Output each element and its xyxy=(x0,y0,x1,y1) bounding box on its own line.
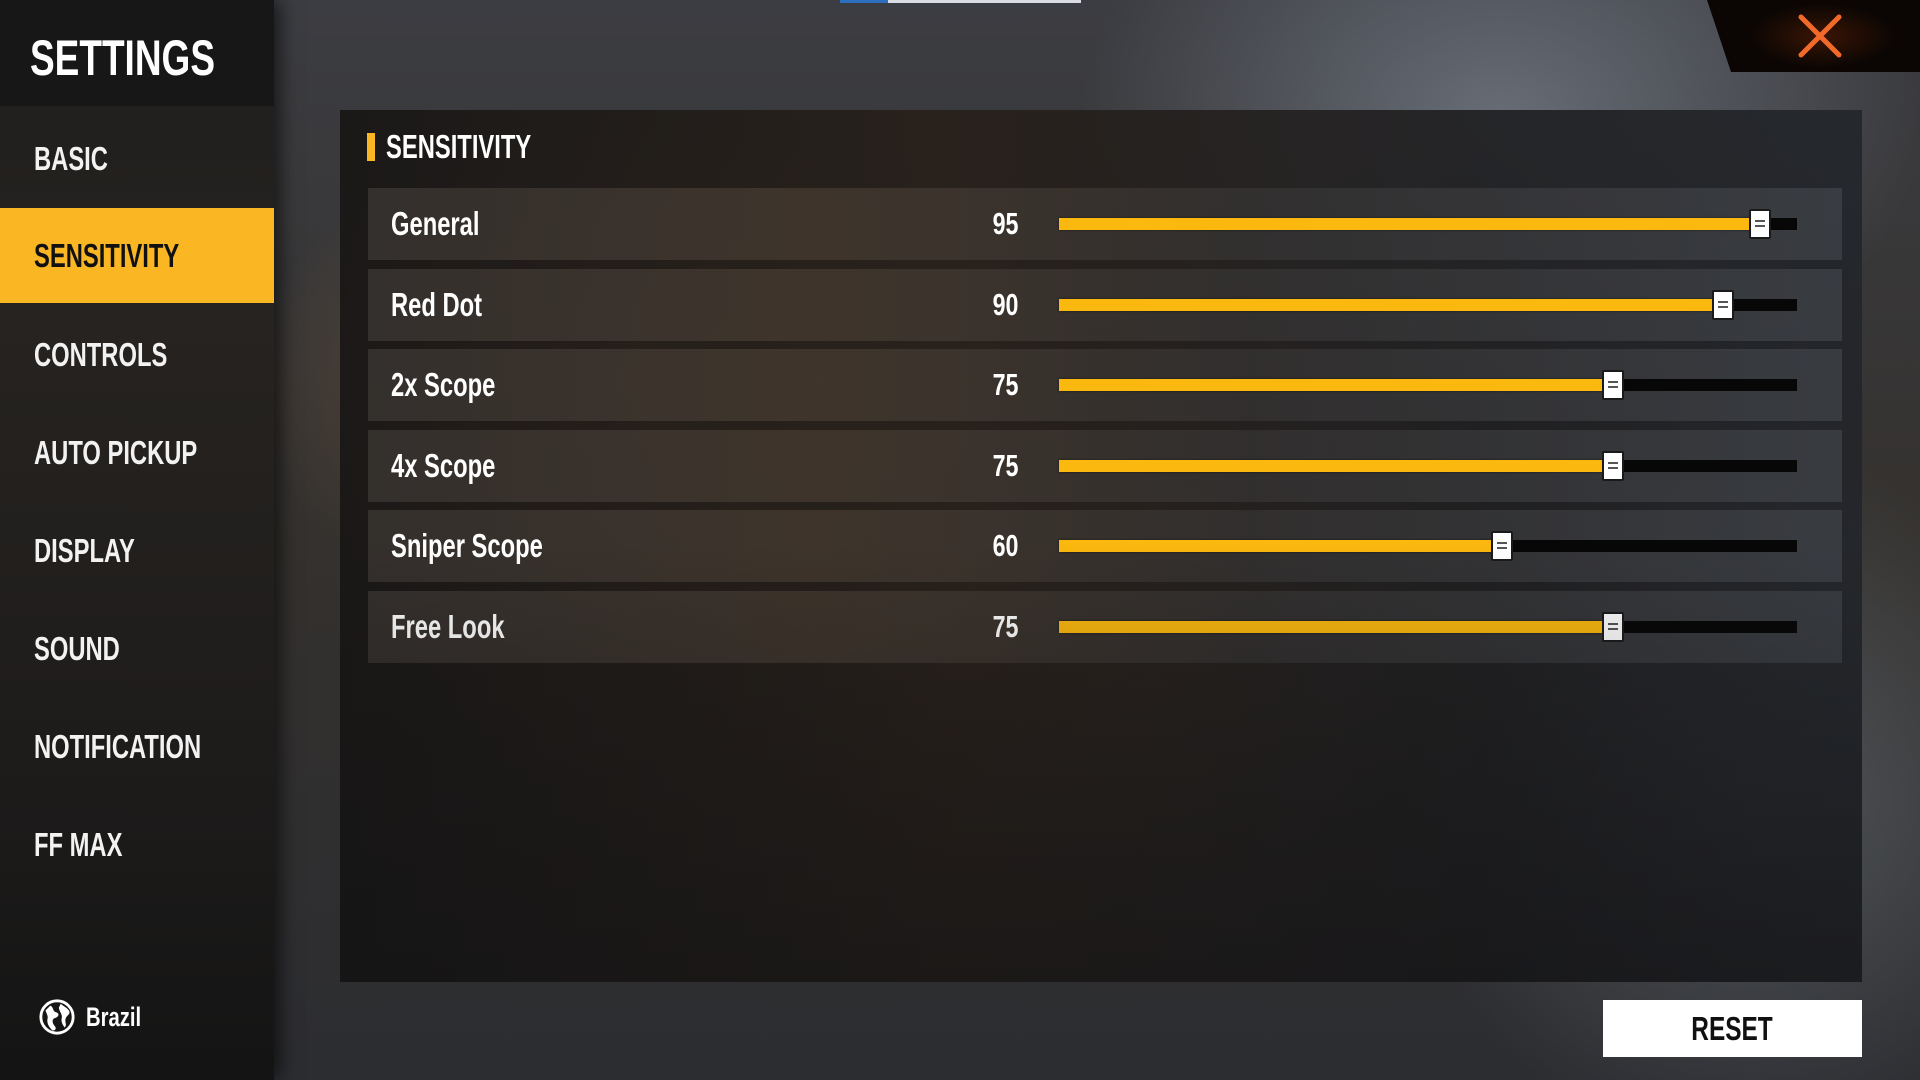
sidebar-item-display[interactable]: DISPLAY xyxy=(0,502,274,600)
setting-value-text: 75 xyxy=(992,608,1018,644)
free-look-slider[interactable] xyxy=(1059,611,1797,642)
sidebar-item-text: NOTIFICATION xyxy=(34,728,202,765)
slider-fill xyxy=(1059,620,1613,633)
reset-button-label: RESET xyxy=(1691,1009,1774,1047)
close-button[interactable] xyxy=(1707,0,1920,72)
setting-value: 75 xyxy=(984,349,1018,421)
sidebar-item-text: SOUND xyxy=(34,630,120,667)
setting-value: 90 xyxy=(984,269,1018,341)
setting-label-text: 4x Scope xyxy=(391,446,496,484)
sidebar-item-ff-max[interactable]: FF MAX xyxy=(0,796,274,894)
setting-value-text: 75 xyxy=(992,447,1018,483)
sidebar-item-label: CONTROLS xyxy=(34,306,219,404)
section-header: SENSITIVITY xyxy=(367,128,588,166)
setting-label: 2x Scope xyxy=(391,349,536,421)
slider-handle[interactable] xyxy=(1712,289,1735,320)
setting-value: 60 xyxy=(984,510,1018,582)
setting-value: 95 xyxy=(984,188,1018,260)
2x-scope-slider[interactable] xyxy=(1059,370,1797,401)
sidebar-item-label: BASIC xyxy=(34,110,137,208)
setting-label-text: Sniper Scope xyxy=(391,527,543,565)
close-icon xyxy=(1798,14,1842,58)
settings-sidebar: SETTINGS BASIC SENSITIVITY CONTROLS AUTO… xyxy=(0,0,274,1080)
loading-progress-fill xyxy=(840,0,889,3)
region-label: Brazil xyxy=(86,1002,160,1033)
sensitivity-row-4x-scope: 4x Scope 75 xyxy=(368,429,1842,502)
slider-handle[interactable] xyxy=(1490,531,1513,562)
sidebar-item-auto-pickup[interactable]: AUTO PICKUP xyxy=(0,404,274,502)
slider-fill xyxy=(1059,540,1502,553)
sidebar-item-label: SOUND xyxy=(34,600,153,698)
sidebar-item-sound[interactable]: SOUND xyxy=(0,600,274,698)
setting-label: 4x Scope xyxy=(391,430,536,502)
section-title: SENSITIVITY xyxy=(386,128,588,166)
setting-label-text: Red Dot xyxy=(391,285,483,323)
page-title: SETTINGS xyxy=(30,22,280,94)
slider-fill xyxy=(1059,459,1613,472)
4x-scope-slider[interactable] xyxy=(1059,450,1797,481)
reset-button[interactable]: RESET xyxy=(1603,1000,1862,1057)
sidebar-item-label: SENSITIVITY xyxy=(34,208,236,303)
sidebar-item-notification[interactable]: NOTIFICATION xyxy=(0,698,274,796)
sensitivity-list: General 95 Red Dot 90 2x Scope 75 4x Scope 75 Sn… xyxy=(368,188,1842,672)
sidebar-item-text: SENSITIVITY xyxy=(34,237,180,274)
slider-fill xyxy=(1059,298,1724,311)
sidebar-item-basic[interactable]: BASIC xyxy=(0,110,274,208)
slider-handle[interactable] xyxy=(1749,209,1772,239)
slider-handle[interactable] xyxy=(1601,450,1624,481)
red-dot-slider[interactable] xyxy=(1059,289,1797,320)
globe-icon xyxy=(39,999,75,1035)
setting-label: Red Dot xyxy=(391,269,518,341)
sidebar-item-label: NOTIFICATION xyxy=(34,698,266,796)
setting-value-text: 60 xyxy=(992,528,1018,564)
slider-handle[interactable] xyxy=(1601,370,1624,401)
setting-label-text: General xyxy=(391,205,480,242)
sidebar-item-label: FF MAX xyxy=(34,796,157,894)
sidebar-item-label: DISPLAY xyxy=(34,502,174,600)
sensitivity-row-sniper-scope: Sniper Scope 60 xyxy=(368,510,1842,583)
setting-label: General xyxy=(391,188,514,260)
setting-label-text: 2x Scope xyxy=(391,366,496,404)
setting-value-text: 90 xyxy=(992,286,1018,322)
setting-label: Sniper Scope xyxy=(391,510,602,582)
setting-label: Free Look xyxy=(391,591,549,663)
general-slider[interactable] xyxy=(1059,209,1797,239)
sidebar-item-controls[interactable]: CONTROLS xyxy=(0,306,274,404)
sniper-scope-slider[interactable] xyxy=(1059,531,1797,562)
slider-fill xyxy=(1059,218,1761,230)
page-title-text: SETTINGS xyxy=(30,30,216,86)
sensitivity-panel: SENSITIVITY General 95 Red Dot 90 2x Scope 75… xyxy=(340,110,1862,982)
setting-value-text: 75 xyxy=(992,367,1018,403)
sidebar-item-text: BASIC xyxy=(34,140,108,177)
setting-value: 75 xyxy=(984,591,1018,663)
sidebar-item-text: AUTO PICKUP xyxy=(34,434,198,471)
region-label-text: Brazil xyxy=(86,1001,142,1032)
sidebar-item-sensitivity[interactable]: SENSITIVITY xyxy=(0,208,274,303)
sensitivity-row-red-dot: Red Dot 90 xyxy=(368,268,1842,341)
section-title-text: SENSITIVITY xyxy=(386,128,532,165)
slider-handle[interactable] xyxy=(1601,611,1624,642)
slider-fill xyxy=(1059,379,1613,392)
sidebar-item-text: DISPLAY xyxy=(34,532,135,569)
sidebar-item-text: CONTROLS xyxy=(34,336,168,373)
setting-label-text: Free Look xyxy=(391,607,505,645)
section-accent-bar xyxy=(367,133,375,161)
sidebar-item-text: FF MAX xyxy=(34,826,123,863)
sidebar-item-label: AUTO PICKUP xyxy=(34,404,261,502)
setting-value: 75 xyxy=(984,430,1018,502)
settings-nav: BASIC SENSITIVITY CONTROLS AUTO PICKUP D… xyxy=(0,110,274,894)
region-selector[interactable]: Brazil xyxy=(38,997,160,1037)
sensitivity-row-general: General 95 xyxy=(368,188,1842,260)
loading-progress-bar xyxy=(840,0,1081,3)
setting-value-text: 95 xyxy=(992,206,1018,241)
sensitivity-row-free-look: Free Look 75 xyxy=(368,590,1842,663)
sensitivity-row-2x-scope: 2x Scope 75 xyxy=(368,349,1842,422)
